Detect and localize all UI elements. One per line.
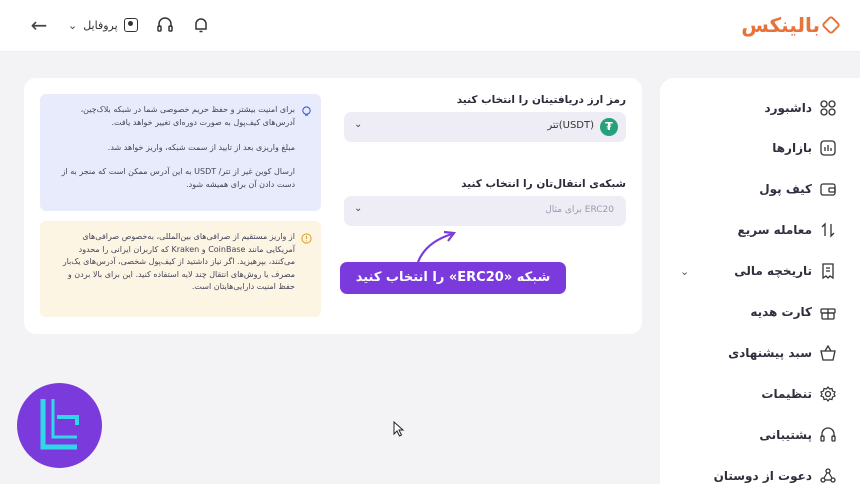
currency-select[interactable]: ₮ تتر(USDT) ⌄ xyxy=(344,112,626,142)
chevron-down-icon: ⌄ xyxy=(354,203,363,214)
profile-label: پروفایل xyxy=(83,18,118,32)
sidebar-item-label: دعوت از دوستان xyxy=(713,469,812,483)
sidebar-item-support[interactable]: پشتیبانی xyxy=(759,427,836,443)
chevron-down-icon: ⌄ xyxy=(68,18,78,32)
info-paragraph-1: برای امنیت بیشتر و حفظ حریم خصوصی شما در… xyxy=(80,105,295,127)
info-paragraph-2: مبلغ واریزی بعد از تایید از سمت شبکه، وا… xyxy=(107,143,295,152)
warning-text: از واریز مستقیم از صرافی‌های بین‌المللی،… xyxy=(62,232,295,291)
sidebar-item-wallet[interactable]: کیف پول xyxy=(759,181,836,197)
info-paragraph-3: ارسال کوین غیر از تتر/ USDT به این آدرس … xyxy=(61,167,295,189)
info-notice: برای امنیت بیشتر و حفظ حریم خصوصی شما در… xyxy=(40,94,321,211)
sidebar-item-label: معامله سریع xyxy=(737,223,812,237)
lightbulb-icon xyxy=(302,106,311,116)
watermark-logo-icon xyxy=(40,399,79,450)
sidebar: داشبورد بازارها کیف پول معامله سریع تاری… xyxy=(660,78,860,484)
swap-icon xyxy=(821,222,835,238)
sidebar-item-label: سبد پیشنهادی xyxy=(728,346,812,360)
markets-icon xyxy=(820,140,836,156)
profile-menu[interactable]: ⌄ پروفایل xyxy=(68,18,138,32)
network-placeholder: برای مثال ERC20 xyxy=(545,205,614,215)
sidebar-item-dashboard[interactable]: داشبورد xyxy=(764,100,836,116)
sidebar-item-settings[interactable]: تنظیمات xyxy=(761,386,836,402)
currency-label: رمز ارز دریافتیتان را انتخاب کنید xyxy=(456,94,626,106)
sidebar-item-label: بازارها xyxy=(772,141,812,155)
currency-value: تتر(USDT) xyxy=(547,120,594,131)
warning-notice: از واریز مستقیم از صرافی‌های بین‌المللی،… xyxy=(40,221,321,317)
annotation-tooltip: شبکه «ERC20» را انتخاب کنید xyxy=(340,262,566,294)
headset-icon[interactable] xyxy=(156,16,174,34)
sidebar-item-quick-trade[interactable]: معامله سریع xyxy=(738,222,836,238)
brand-mark-icon xyxy=(821,15,841,35)
brand-name: بالینکس xyxy=(741,13,820,37)
sidebar-item-label: کیف پول xyxy=(759,182,812,196)
wallet-icon xyxy=(820,183,836,196)
mouse-cursor-icon xyxy=(393,421,405,437)
sidebar-item-label: پشتیبانی xyxy=(759,428,812,442)
dashboard-icon xyxy=(820,100,836,116)
headset-icon xyxy=(820,427,836,442)
top-actions: ← ⌄ پروفایل xyxy=(28,14,210,36)
sidebar-item-invite-friends[interactable]: دعوت از دوستان xyxy=(714,468,836,484)
basket-icon xyxy=(820,345,836,361)
chevron-down-icon: ⌄ xyxy=(354,119,363,130)
sidebar-item-label: کارت هدیه xyxy=(750,305,812,319)
gear-icon xyxy=(820,386,836,402)
back-arrow-icon[interactable]: ← xyxy=(28,14,50,36)
brand-logo[interactable]: بالینکس xyxy=(741,13,841,37)
tether-icon: ₮ xyxy=(600,118,618,136)
sidebar-item-gift-card[interactable]: کارت هدیه xyxy=(750,304,836,320)
profile-icon xyxy=(123,18,138,32)
sidebar-item-suggested-basket[interactable]: سبد پیشنهادی xyxy=(728,345,836,361)
history-icon xyxy=(822,263,834,279)
watermark-badge xyxy=(17,383,102,468)
sidebar-item-label: تاریخچه مالی xyxy=(734,264,812,278)
deposit-card: رمز ارز دریافتیتان را انتخاب کنید ₮ تتر(… xyxy=(24,78,642,334)
invite-icon xyxy=(820,468,836,483)
chevron-down-icon[interactable]: ⌄ xyxy=(680,265,689,278)
gift-icon xyxy=(820,308,836,320)
network-select[interactable]: برای مثال ERC20 ⌄ xyxy=(344,196,626,226)
bell-icon[interactable] xyxy=(192,16,210,34)
network-label: شبکه‌ی انتقال‌تان را انتخاب کنید xyxy=(461,178,626,190)
sidebar-item-financial-history[interactable]: تاریخچه مالی xyxy=(734,263,836,279)
sidebar-item-markets[interactable]: بازارها xyxy=(772,140,836,156)
sidebar-item-label: داشبورد xyxy=(764,101,812,115)
annotation-arrow-icon xyxy=(416,230,457,263)
top-bar: بالینکس ← ⌄ پروفایل xyxy=(0,0,860,52)
sidebar-item-label: تنظیمات xyxy=(761,387,812,401)
warning-icon xyxy=(301,233,312,244)
